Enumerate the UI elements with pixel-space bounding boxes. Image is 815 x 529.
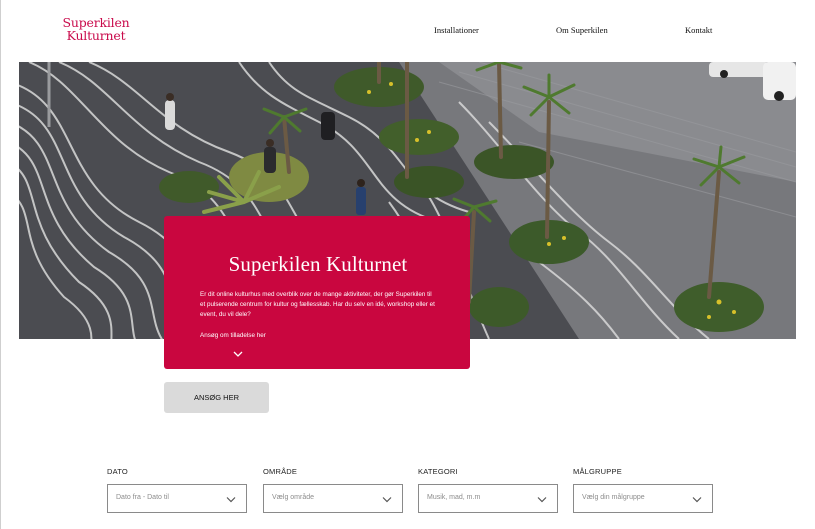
logo[interactable]: Superkilen Kulturnet <box>61 16 131 42</box>
hero-card: Superkilen Kulturnet Er dit online kultu… <box>164 216 470 369</box>
filter-label-area: OMRÅDE <box>263 467 298 476</box>
area-filter-select[interactable]: Vælg område <box>263 484 403 513</box>
hero-title: Superkilen Kulturnet <box>228 252 408 276</box>
chevron-down-icon <box>692 497 702 503</box>
filter-label-date: DATO <box>107 467 128 476</box>
chevron-down-icon[interactable] <box>233 350 243 358</box>
chevron-down-icon <box>226 497 236 503</box>
apply-button[interactable]: ANSØG HER <box>164 382 269 413</box>
category-filter-select[interactable]: Musik, mad, m.m <box>418 484 558 513</box>
nav-installationer[interactable]: Installationer <box>434 25 479 35</box>
date-filter-placeholder: Dato fra - Dato til <box>116 494 169 501</box>
chevron-down-icon <box>537 497 547 503</box>
filter-label-category: KATEGORI <box>418 467 458 476</box>
filter-label-audience: MÅLGRUPPE <box>573 467 622 476</box>
date-filter-select[interactable]: Dato fra - Dato til <box>107 484 247 513</box>
logo-line-2: Kulturnet <box>66 28 126 43</box>
hero-description: Er dit online kulturhus med overblik ove… <box>200 291 435 318</box>
apply-permission-link[interactable]: Ansøg om tilladelse her <box>200 332 436 339</box>
chevron-down-icon <box>382 497 392 503</box>
nav-om-superkilen[interactable]: Om Superkilen <box>556 25 608 35</box>
audience-filter-select[interactable]: Vælg din målgruppe <box>573 484 713 513</box>
nav-kontakt[interactable]: Kontakt <box>685 25 712 35</box>
area-filter-placeholder: Vælg område <box>272 494 315 501</box>
category-filter-placeholder: Musik, mad, m.m <box>427 494 481 501</box>
audience-filter-placeholder: Vælg din målgruppe <box>582 494 645 501</box>
